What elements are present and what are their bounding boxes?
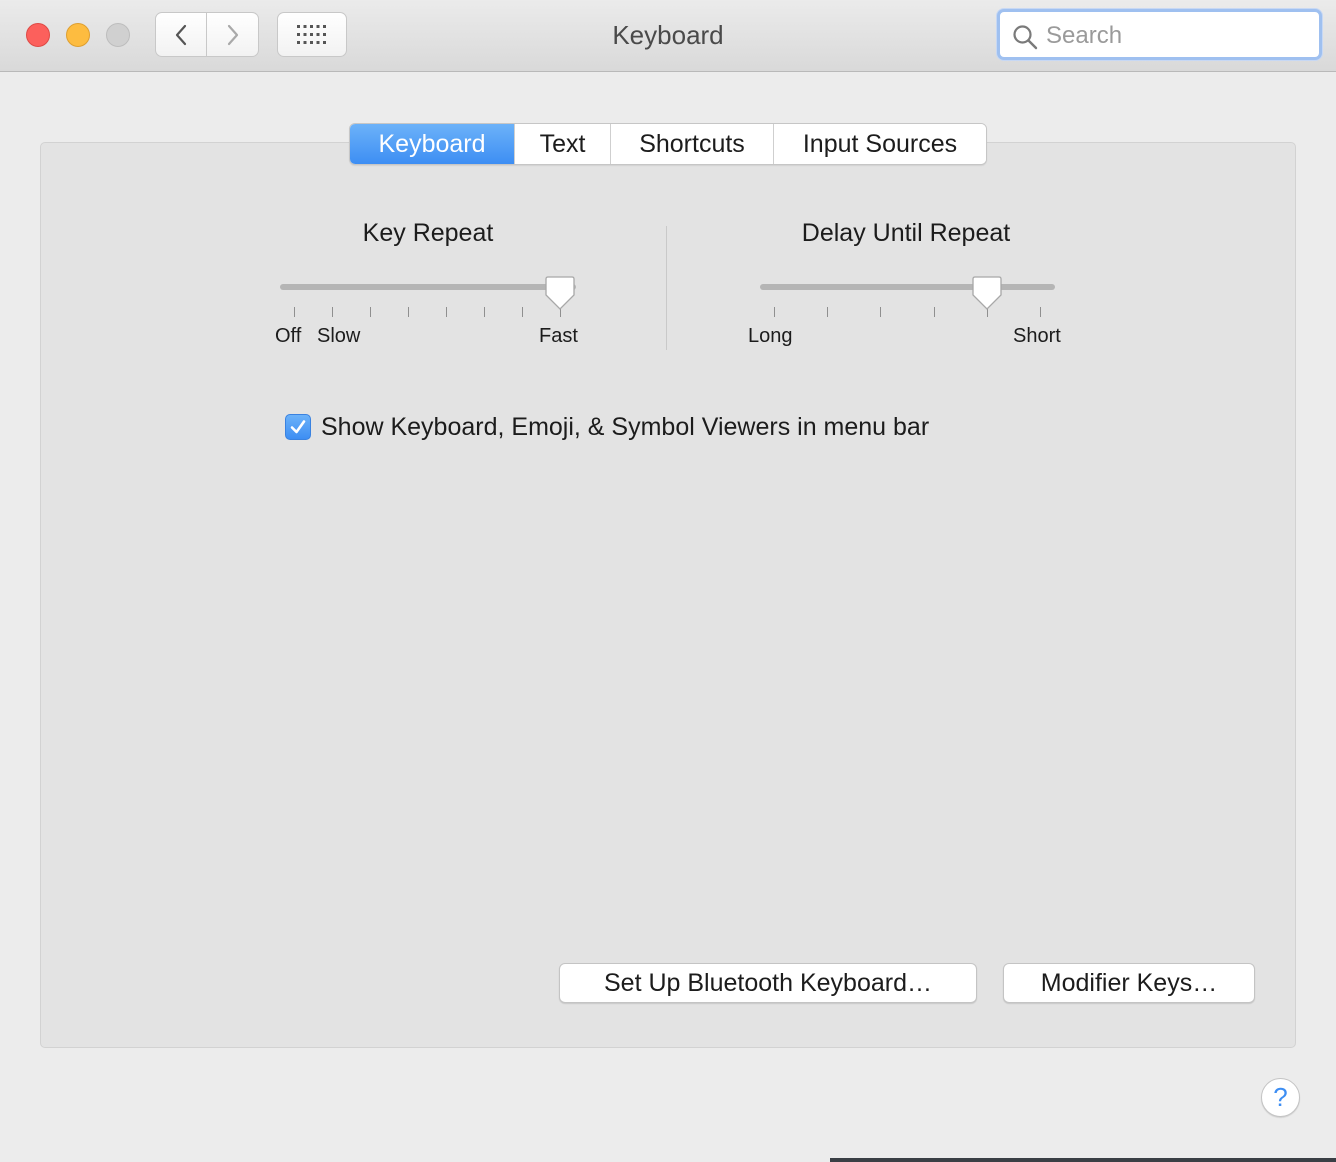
tab-bar: Keyboard Text Shortcuts Input Sources	[349, 123, 987, 165]
zoom-window-button	[106, 23, 130, 47]
minimize-window-button[interactable]	[66, 23, 90, 47]
slider-tick	[1040, 307, 1041, 317]
search-field[interactable]	[997, 9, 1322, 60]
delay-label-short: Short	[1013, 325, 1061, 347]
back-button[interactable]	[155, 12, 207, 57]
slider-tick	[446, 307, 447, 317]
slider-tick	[408, 307, 409, 317]
search-icon	[1013, 25, 1038, 50]
show-viewers-label: Show Keyboard, Emoji, & Symbol Viewers i…	[321, 412, 930, 441]
content-panel	[40, 142, 1296, 1048]
slider-tick	[370, 307, 371, 317]
chevron-left-icon	[175, 24, 187, 45]
grid-icon	[297, 24, 326, 44]
desktop-background-strip	[830, 1158, 1336, 1162]
checkmark-icon	[290, 420, 306, 434]
search-input[interactable]	[1044, 18, 1308, 54]
key-repeat-title: Key Repeat	[362, 219, 494, 247]
forward-button[interactable]	[207, 12, 259, 57]
delay-until-repeat-title: Delay Until Repeat	[801, 219, 1011, 247]
slider-tick	[332, 307, 333, 317]
slider-tick	[827, 307, 828, 317]
slider-tick	[774, 307, 775, 317]
chevron-right-icon	[227, 24, 238, 45]
modifier-keys-button[interactable]: Modifier Keys…	[1003, 963, 1255, 1003]
close-window-button[interactable]	[26, 23, 50, 47]
window-title: Keyboard	[612, 20, 724, 50]
tab-keyboard[interactable]: Keyboard	[350, 124, 514, 164]
show-all-button[interactable]	[277, 12, 347, 57]
key-repeat-label-slow: Slow	[317, 325, 361, 347]
show-viewers-option[interactable]: Show Keyboard, Emoji, & Symbol Viewers i…	[285, 412, 929, 442]
show-viewers-checkbox[interactable]	[285, 414, 311, 440]
slider-tick	[880, 307, 881, 317]
slider-tick	[522, 307, 523, 317]
tab-text[interactable]: Text	[514, 124, 610, 164]
delay-label-long: Long	[748, 325, 793, 347]
setup-bluetooth-keyboard-button[interactable]: Set Up Bluetooth Keyboard…	[559, 963, 977, 1003]
slider-tick	[294, 307, 295, 317]
slider-tick	[934, 307, 935, 317]
key-repeat-thumb[interactable]	[544, 275, 576, 311]
key-repeat-track	[280, 284, 576, 290]
title-bar: Keyboard	[0, 0, 1336, 72]
slider-tick	[484, 307, 485, 317]
key-repeat-label-off: Off	[275, 325, 302, 347]
tab-input-sources[interactable]: Input Sources	[773, 124, 986, 164]
key-repeat-label-fast: Fast	[539, 325, 578, 347]
navigation-buttons	[155, 12, 259, 57]
section-divider	[666, 226, 667, 350]
delay-until-repeat-track	[760, 284, 1055, 290]
help-button[interactable]: ?	[1261, 1078, 1300, 1117]
delay-until-repeat-thumb[interactable]	[971, 275, 1003, 311]
tab-shortcuts[interactable]: Shortcuts	[610, 124, 773, 164]
